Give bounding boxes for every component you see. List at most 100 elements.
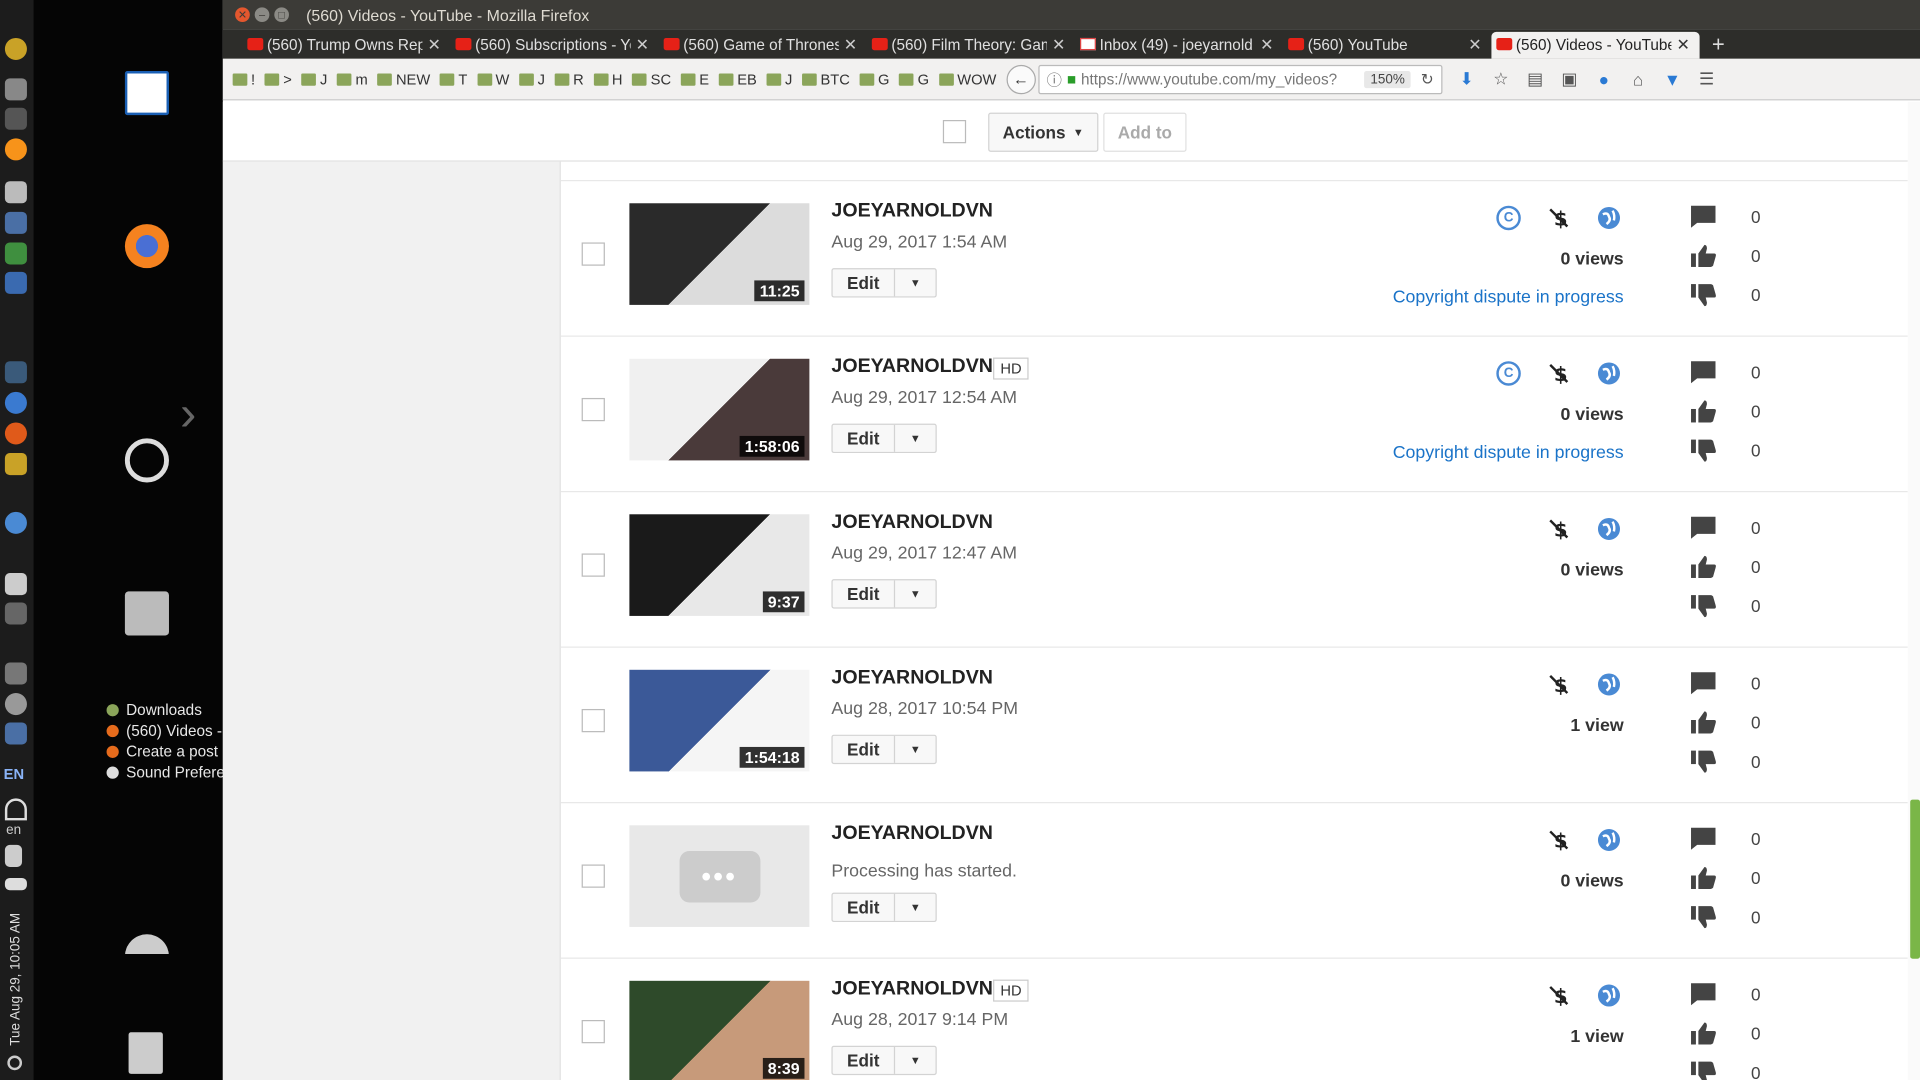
thumbs-up-icon[interactable] — [1690, 555, 1717, 579]
dogecoin-icon[interactable] — [4, 37, 27, 61]
extension-icon[interactable]: ● — [1594, 69, 1614, 89]
copyright-icon[interactable]: C — [1496, 361, 1521, 386]
thumbs-down-icon[interactable] — [1690, 438, 1717, 462]
caret-down-icon[interactable]: ▼ — [895, 1047, 935, 1074]
edit-button[interactable]: Edit ▼ — [831, 423, 937, 454]
public-globe-icon[interactable] — [1597, 672, 1621, 696]
browser-tab[interactable]: (560) Game of Thrones ✕ — [659, 32, 867, 59]
scrollbar-thumb[interactable] — [1910, 799, 1920, 959]
bookmark-item[interactable]: J — [301, 70, 327, 88]
public-globe-icon[interactable] — [1597, 361, 1621, 385]
settings-icon[interactable] — [124, 438, 169, 483]
video-thumbnail[interactable]: ••• — [629, 825, 810, 927]
close-tab-icon[interactable]: ✕ — [636, 36, 649, 56]
video-title[interactable]: JOEYARNOLDVN — [831, 978, 992, 1000]
home-icon[interactable]: ⌂ — [1628, 69, 1648, 89]
bookmark-item[interactable]: G — [859, 70, 889, 88]
edit-button[interactable]: Edit ▼ — [831, 734, 937, 765]
chevron-right-icon[interactable]: › — [180, 389, 217, 438]
bookmark-item[interactable]: EB — [718, 70, 757, 88]
upload-icon[interactable] — [4, 107, 27, 130]
bookmark-item[interactable]: m — [337, 70, 368, 88]
bookmark-item[interactable]: H — [593, 70, 623, 88]
game-icon[interactable] — [4, 662, 27, 685]
trash-icon[interactable] — [128, 1032, 163, 1074]
download-icon[interactable]: ⬇ — [1457, 69, 1477, 89]
scrollbar[interactable] — [1907, 101, 1920, 1080]
window-icon[interactable] — [4, 722, 27, 745]
firefox-icon[interactable] — [124, 224, 169, 269]
edit-button[interactable]: Edit ▼ — [831, 892, 937, 923]
keyboard-language[interactable]: en — [6, 823, 21, 838]
comment-icon[interactable] — [1690, 360, 1717, 384]
language-indicator[interactable]: EN — [4, 765, 24, 782]
video-title[interactable]: JOEYARNOLDVN — [831, 667, 992, 689]
comment-icon[interactable] — [1690, 204, 1717, 228]
browser-tab[interactable]: (560) Videos - YouTube ✕ — [1491, 31, 1700, 59]
apps-icon[interactable] — [4, 271, 27, 294]
copyright-dispute-link[interactable]: Copyright dispute in progress — [1330, 288, 1624, 308]
address-bar[interactable]: ⓘ ■ https://www.youtube.com/my_videos? 1… — [1038, 64, 1443, 94]
close-tab-icon[interactable]: ✕ — [427, 36, 440, 56]
thumbs-up-icon[interactable] — [1690, 866, 1717, 890]
terminal-icon[interactable] — [4, 602, 27, 625]
row-checkbox[interactable] — [581, 708, 605, 733]
row-checkbox[interactable] — [581, 242, 605, 266]
maximize-window-button[interactable]: □ — [274, 7, 289, 23]
caret-down-icon[interactable]: ▼ — [895, 894, 935, 921]
reload-icon[interactable]: ↻ — [1421, 70, 1434, 88]
thumbs-up-icon[interactable] — [1690, 1021, 1717, 1045]
pocket-icon[interactable]: ▼ — [1663, 69, 1683, 89]
video-title[interactable]: JOEYARNOLDVN — [831, 356, 992, 378]
bookmark-item[interactable]: SC — [632, 70, 671, 88]
ubuntu-icon[interactable] — [4, 422, 27, 445]
close-window-button[interactable]: ✕ — [235, 7, 250, 23]
calculator-icon[interactable] — [4, 211, 27, 234]
battery-icon[interactable] — [4, 877, 27, 891]
folder-icon[interactable] — [4, 453, 27, 476]
add-to-button[interactable]: Add to — [1103, 112, 1187, 152]
bookmark-item[interactable]: NEW — [377, 70, 430, 88]
player-icon[interactable] — [4, 391, 27, 414]
bookmark-item[interactable]: J — [766, 70, 792, 88]
row-checkbox[interactable] — [581, 397, 605, 422]
public-globe-icon[interactable] — [1597, 828, 1621, 852]
caret-down-icon[interactable]: ▼ — [895, 425, 935, 452]
public-globe-icon[interactable] — [1597, 517, 1621, 541]
comment-icon[interactable] — [1690, 516, 1717, 540]
row-checkbox[interactable] — [581, 864, 605, 888]
public-globe-icon[interactable] — [1597, 206, 1621, 230]
bookmark-item[interactable]: BTC — [802, 70, 850, 88]
monetization-off-icon[interactable]: $ — [1547, 672, 1571, 697]
monetization-off-icon[interactable]: $ — [1547, 361, 1571, 386]
comment-icon[interactable] — [1690, 671, 1717, 695]
video-thumbnail[interactable]: 1:54:18 — [629, 669, 810, 772]
video-thumbnail[interactable]: 8:39 — [629, 980, 810, 1080]
row-checkbox[interactable] — [581, 1020, 605, 1044]
bookmark-star-icon[interactable]: ☆ — [1491, 69, 1511, 89]
edit-button[interactable]: Edit ▼ — [831, 268, 937, 298]
video-thumbnail[interactable]: 9:37 — [629, 514, 810, 616]
thumbs-up-icon[interactable] — [1690, 244, 1717, 268]
monitor-icon[interactable] — [4, 361, 27, 384]
monetization-off-icon[interactable]: $ — [1547, 828, 1571, 852]
monetization-off-icon[interactable]: $ — [1547, 983, 1571, 1008]
bluetooth-icon[interactable] — [5, 924, 27, 946]
bookmark-item[interactable]: WOW — [938, 70, 996, 88]
clipboard-icon[interactable]: ▤ — [1525, 69, 1545, 89]
thumbs-down-icon[interactable] — [1690, 1060, 1717, 1080]
thumbs-down-icon[interactable] — [1690, 594, 1717, 618]
copyright-dispute-link[interactable]: Copyright dispute in progress — [1330, 443, 1624, 463]
bookmark-item[interactable]: J — [519, 70, 545, 88]
user-logout-icon[interactable] — [124, 934, 169, 979]
bookmark-item[interactable]: T — [440, 70, 467, 88]
copyright-icon[interactable]: C — [1496, 205, 1521, 231]
close-tab-icon[interactable]: ✕ — [1676, 36, 1689, 56]
browser-tab[interactable]: (560) YouTube ✕ — [1283, 32, 1491, 59]
editor-icon[interactable] — [4, 181, 27, 204]
thumbs-up-icon[interactable] — [1690, 399, 1717, 423]
minimize-window-button[interactable]: – — [254, 7, 270, 23]
volume-icon[interactable] — [4, 844, 23, 867]
caret-down-icon[interactable]: ▼ — [895, 269, 935, 296]
power-icon[interactable] — [4, 693, 27, 716]
